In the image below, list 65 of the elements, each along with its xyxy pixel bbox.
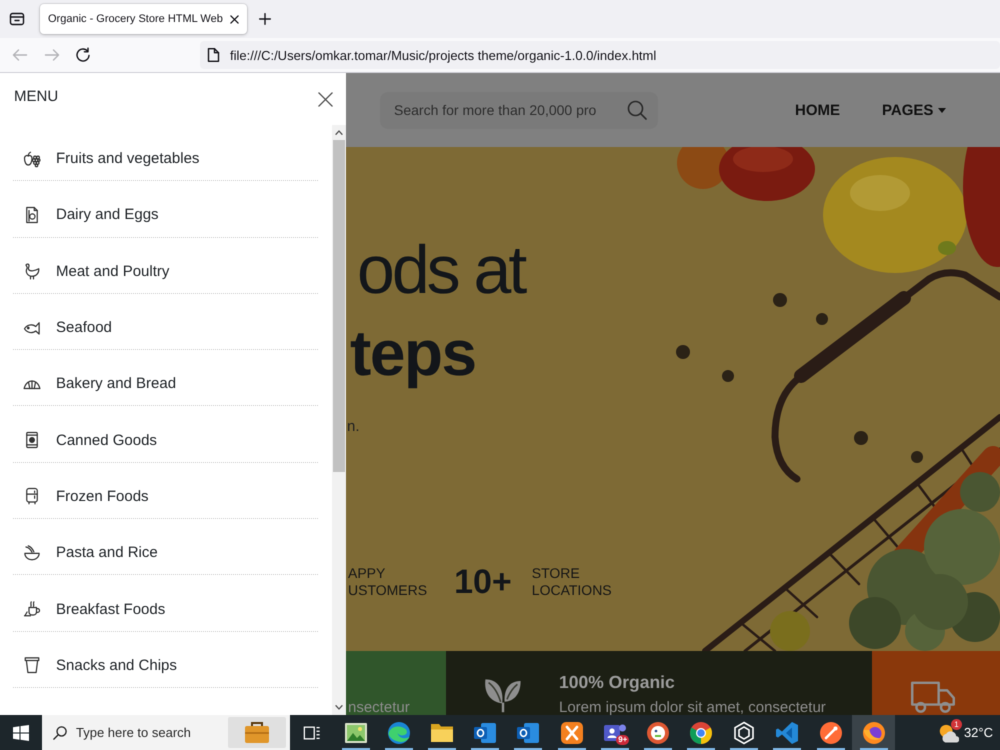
hero-heading: ods at: [357, 232, 524, 308]
feature-text: nsectetur: [348, 700, 410, 715]
search-icon[interactable]: [627, 100, 647, 120]
mail-tile-icon: [473, 720, 498, 744]
menu-item[interactable]: Canned Goods: [13, 406, 318, 463]
menu-item[interactable]: Dairy and Eggs: [13, 181, 318, 238]
leaf-icon: [483, 677, 523, 713]
feature-title: 100% Organic: [559, 672, 675, 692]
tabs-menu-icon[interactable]: [9, 11, 25, 27]
search-field[interactable]: Search for more than 20,000 pro: [380, 92, 658, 128]
menu-item[interactable]: Snacks and Chips: [13, 632, 318, 688]
temperature-text: 32°C: [964, 725, 993, 740]
caret-icon[interactable]: [938, 108, 946, 112]
menu-item[interactable]: Pasta and Rice: [13, 519, 318, 576]
menu-item[interactable]: Frozen Foods: [13, 462, 318, 520]
feature-text: Lorem ipsum dolor sit amet, consectetur: [559, 700, 826, 715]
windows-logo-icon: [13, 724, 29, 740]
search-icon: [53, 726, 67, 740]
slash-disc-icon: [818, 720, 843, 744]
carton-icon: [23, 206, 41, 224]
round-logo-icon: [646, 720, 670, 744]
knot-icon: [732, 720, 756, 744]
browser-tab[interactable]: Organic - Grocery Store HTML Web: [40, 4, 247, 34]
stat-number: 10+: [454, 562, 512, 602]
scrollbar-thumb[interactable]: [333, 140, 345, 472]
ribbon-icon: [775, 720, 800, 744]
stat-label: APPY USTOMERS: [348, 565, 428, 599]
scroll-down-icon[interactable]: [335, 705, 343, 710]
notification-badge: 9+: [616, 735, 630, 745]
picture-icon: [344, 720, 368, 744]
fridge-icon: [23, 487, 41, 506]
truck-icon: [910, 680, 956, 714]
mail-tile-icon: [516, 720, 540, 744]
menu-item[interactable]: Breakfast Foods: [13, 575, 318, 632]
new-tab-icon[interactable]: [258, 13, 271, 25]
menu-item[interactable]: Meat and Poultry: [13, 238, 318, 294]
chicken-icon: [23, 262, 41, 280]
bowl-icon: [23, 544, 41, 562]
notification-badge: 1: [950, 718, 962, 730]
swirl-icon: [386, 720, 411, 744]
reload-icon[interactable]: [75, 47, 91, 63]
menu-item[interactable]: Bakery and Bread: [13, 350, 318, 406]
cup-icon: [23, 656, 41, 674]
apple-grapes-icon: [23, 150, 41, 168]
cross-tile-icon: [560, 720, 584, 744]
menu-item[interactable]: Seafood: [13, 294, 318, 350]
can-icon: [23, 431, 41, 450]
mug-icon: [23, 600, 41, 618]
close-icon[interactable]: [318, 92, 333, 107]
hero-subtitle: n.: [347, 418, 360, 436]
scroll-up-icon[interactable]: [335, 130, 343, 135]
flame-globe-icon: [862, 720, 886, 744]
stat-label: STORE LOCATIONS: [532, 565, 612, 599]
menu-item[interactable]: Fruits and vegetables: [13, 125, 318, 182]
nav-link[interactable]: PAGES: [882, 102, 946, 118]
url-field[interactable]: file:///C:/Users/omkar.tomar/Music/projects theme/organic-1.0.0/index.html: [200, 41, 1000, 69]
wheel-icon: [689, 720, 714, 744]
hero-heading: teps: [350, 317, 476, 389]
task-view-icon: [303, 724, 321, 742]
page-icon: [207, 48, 220, 62]
taskbar-app-button[interactable]: 9+: [593, 715, 636, 750]
nav-link[interactable]: HOME: [795, 102, 840, 118]
scrollbar-track[interactable]: [332, 125, 346, 715]
tab-close-icon[interactable]: [230, 14, 239, 24]
menu-title: MENU: [14, 89, 58, 105]
